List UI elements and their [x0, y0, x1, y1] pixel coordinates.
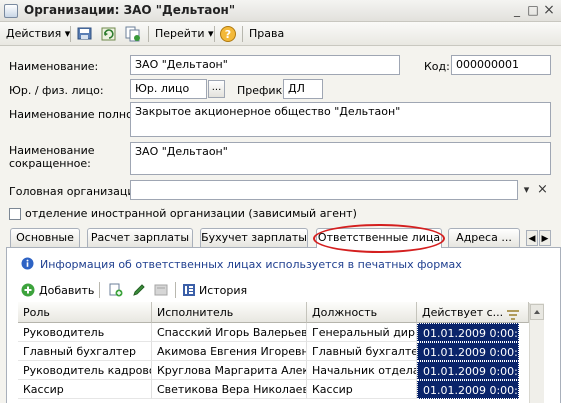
window-icon	[4, 4, 18, 18]
sort-icon[interactable]	[506, 304, 521, 321]
add-icon	[21, 283, 35, 297]
chevron-down-icon: ▾	[208, 27, 214, 40]
goto-menu-button[interactable]: Перейти ▾	[152, 25, 217, 43]
entity-type-input[interactable]: Юр. лицо	[130, 79, 207, 99]
info-icon	[21, 257, 34, 270]
table-cell-position[interactable]: Генеральный дир...	[307, 323, 417, 342]
column-header-role[interactable]: Роль	[18, 302, 152, 323]
table-cell-executor[interactable]: Светикова Вера Николаев...	[152, 380, 307, 399]
tab-scroll-left-icon[interactable]: ◀	[526, 230, 538, 246]
rights-button[interactable]: Права	[246, 25, 287, 43]
name-label: Наименование:	[9, 60, 99, 73]
entity-type-select-button[interactable]: ...	[208, 80, 225, 98]
toolbar-divider	[148, 26, 149, 42]
short-name-label-line1: Наименование	[9, 144, 95, 157]
code-input[interactable]: 000000001	[451, 55, 551, 75]
column-header-executor[interactable]: Исполнитель	[152, 302, 307, 323]
table-cell-valid-from[interactable]: 01.01.2009 0:00:00	[417, 342, 519, 361]
short-name-input[interactable]: ЗАО "Дельтаон"	[130, 142, 551, 175]
maximize-button[interactable]: □	[526, 4, 540, 18]
actions-menu-button[interactable]: Действия ▾	[3, 25, 73, 43]
entity-type-label: Юр. / физ. лицо:	[9, 84, 104, 97]
tab-main[interactable]: Основные	[10, 228, 80, 247]
table-cell-valid-from[interactable]: 01.01.2009 0:00:00	[417, 323, 519, 342]
table-cell-position[interactable]: Начальник отдела...	[307, 361, 417, 380]
save-icon[interactable]	[76, 25, 94, 43]
tab-payroll[interactable]: Расчет зарплаты	[87, 228, 193, 247]
full-name-input[interactable]: Закрытое акционерное общество "Дельтаон"	[130, 102, 551, 137]
table-body: Руководитель Спасский Игорь Валерьев... …	[18, 323, 529, 403]
toolbar: Действия ▾ Перейти ▾ ? Права	[0, 22, 561, 46]
table-cell-executor[interactable]: Спасский Игорь Валерьев...	[152, 323, 307, 342]
table-cell-valid-from[interactable]: 01.01.2009 0:00:00	[417, 380, 519, 399]
table-scrollbar[interactable]	[529, 303, 544, 403]
table-cell-executor[interactable]: Акимова Евгения Игоревна	[152, 342, 307, 361]
column-header-position[interactable]: Должность	[307, 302, 417, 323]
toolbar-divider	[70, 26, 71, 42]
table-cell-position[interactable]: Кассир	[307, 380, 417, 399]
delete-icon[interactable]	[153, 282, 169, 298]
foreign-org-label: отделение иностранной организации (завис…	[25, 207, 357, 220]
actions-label: Действия	[6, 27, 62, 40]
edit-pencil-icon[interactable]	[131, 282, 147, 298]
tab-addresses[interactable]: Адреса ...	[448, 228, 520, 247]
table-cell-valid-from[interactable]: 01.01.2009 0:00:00	[417, 361, 519, 380]
tab-responsible-persons[interactable]: Ответственные лица	[316, 228, 442, 248]
help-icon[interactable]: ?	[219, 25, 237, 43]
goto-label: Перейти	[155, 27, 205, 40]
short-name-label-line2: сокращенное:	[9, 157, 91, 170]
panel-toolbar-divider	[175, 282, 176, 298]
toolbar-divider	[242, 26, 243, 42]
clear-icon[interactable]: ×	[535, 181, 550, 199]
name-input[interactable]: ЗАО "Дельтаон"	[130, 55, 400, 75]
table-cell-role[interactable]: Кассир	[18, 380, 152, 399]
minimize-button[interactable]: _	[510, 4, 524, 18]
panel-toolbar-divider	[99, 282, 100, 298]
table-cell-role[interactable]: Главный бухгалтер	[18, 342, 152, 361]
refresh-icon[interactable]	[100, 25, 118, 43]
full-name-label: Наименование полное:	[9, 108, 144, 121]
table-cell-role[interactable]: Руководитель	[18, 323, 152, 342]
history-icon	[181, 282, 197, 298]
parent-org-input[interactable]	[130, 180, 518, 200]
copy-row-icon[interactable]	[108, 282, 124, 298]
tab-scroll-right-icon[interactable]: ▶	[539, 230, 551, 246]
window-title: Организации: ЗАО "Дельтаон"	[24, 3, 236, 17]
close-button[interactable]: ×	[542, 3, 556, 18]
toolbar-divider	[214, 26, 215, 42]
help-glyph: ?	[225, 28, 231, 41]
chevron-down-icon[interactable]: ▾	[519, 181, 534, 199]
copy-document-icon[interactable]	[124, 25, 142, 43]
info-text: Информация об ответственных лицах исполь…	[40, 258, 462, 271]
title-bar: Организации: ЗАО "Дельтаон" _ □ ×	[0, 0, 561, 22]
table-cell-executor[interactable]: Круглова Маргарита Алек...	[152, 361, 307, 380]
add-button[interactable]: Добавить	[39, 284, 94, 297]
table-cell-position[interactable]: Главный бухгалтер	[307, 342, 417, 361]
parent-org-label: Головная организация:	[9, 185, 145, 198]
tab-payroll-accounting[interactable]: Бухучет зарплаты	[200, 228, 308, 247]
history-button[interactable]: История	[199, 284, 247, 297]
prefix-input[interactable]: ДЛ	[283, 79, 323, 99]
code-label: Код:	[424, 60, 450, 73]
foreign-org-checkbox[interactable]	[9, 208, 21, 220]
table-cell-role[interactable]: Руководитель кадрово...	[18, 361, 152, 380]
